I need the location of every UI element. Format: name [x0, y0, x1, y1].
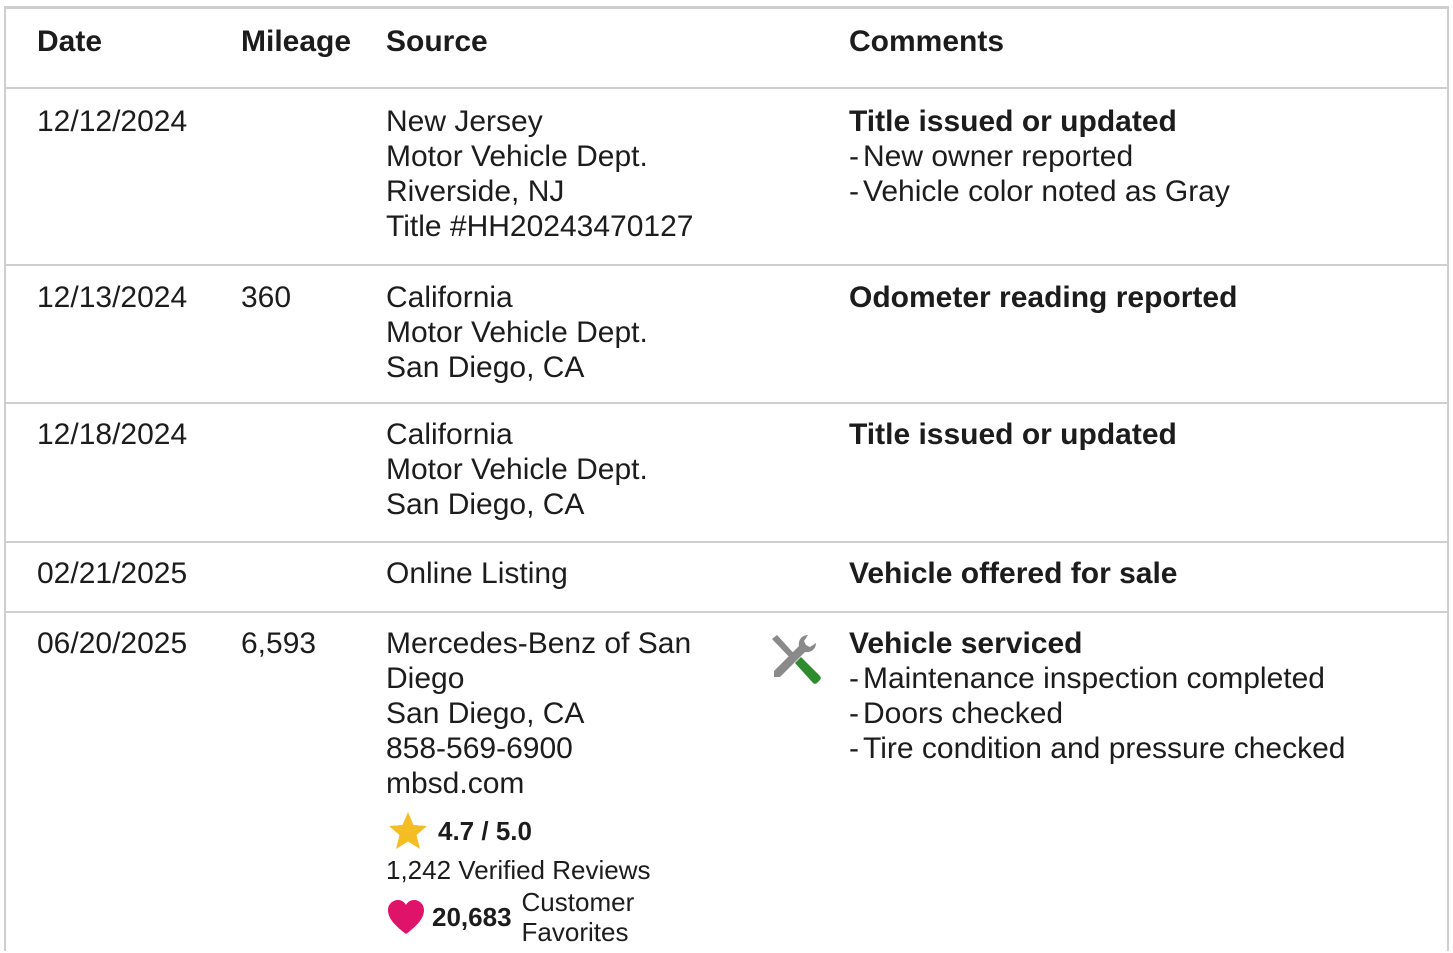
row-date: 12/18/2024 [37, 418, 188, 451]
comment-title: Title issued or updated [849, 105, 1177, 138]
header-source: Source [386, 25, 488, 58]
header-comments: Comments [849, 25, 1005, 58]
verified-reviews-link[interactable]: 1,242 Verified Reviews [386, 855, 716, 885]
row-mileage: 6,593 [241, 627, 317, 660]
row-comments: Odometer reading reported [849, 280, 1439, 315]
row-comments: Vehicle serviced - Maintenance inspection… [849, 626, 1439, 766]
row-date: 12/12/2024 [37, 105, 188, 138]
row-comments: Title issued or updated - New owner repor… [849, 104, 1439, 209]
header-date: Date [37, 25, 103, 58]
table-row: 06/20/2025 6,593 Mercedes-Benz of San Di… [4, 613, 1449, 953]
row-mileage: 360 [241, 281, 292, 314]
table-row: 02/21/2025 Online Listing Vehicle offere… [4, 543, 1449, 613]
source-line: Motor Vehicle Dept. [386, 316, 648, 349]
source-line: New Jersey [386, 105, 543, 138]
source-line: Riverside, NJ [386, 175, 565, 208]
service-icon [768, 631, 824, 695]
dealer-phone[interactable]: 858-569-6900 [386, 731, 716, 766]
comment-title: Vehicle offered for sale [849, 557, 1178, 590]
favorites-count: 20,683 [432, 901, 512, 932]
row-source: California Motor Vehicle Dept. San Diego… [386, 280, 766, 385]
comment-item: - Tire condition and pressure checked [849, 732, 1346, 765]
comment-title: Title issued or updated [849, 418, 1177, 451]
source-line: Motor Vehicle Dept. [386, 140, 648, 173]
comment-title: Odometer reading reported [849, 281, 1238, 314]
row-date: 02/21/2025 [37, 557, 188, 590]
header-mileage: Mileage [241, 25, 352, 58]
table-row: 12/13/2024 360 California Motor Vehicle … [4, 266, 1449, 404]
heart-icon [388, 900, 424, 934]
row-date: 06/20/2025 [37, 627, 188, 660]
source-line: California [386, 418, 513, 451]
table-row: 12/18/2024 California Motor Vehicle Dept… [4, 404, 1449, 543]
row-comments: Title issued or updated [849, 417, 1439, 452]
row-source: New Jersey Motor Vehicle Dept. Riverside… [386, 104, 766, 244]
row-source: California Motor Vehicle Dept. San Diego… [386, 417, 766, 522]
favorites-label: Customer Favorites [521, 887, 635, 947]
source-line: Online Listing [386, 557, 568, 590]
source-line: San Diego, CA [386, 697, 585, 730]
source-line: San Diego, CA [386, 488, 585, 521]
comment-item: - Maintenance inspection completed [849, 662, 1325, 695]
source-line: Title #HH20243470127 [386, 210, 694, 243]
customer-favorites: 20,683 Customer Favorites [386, 887, 716, 947]
comment-item: - New owner reported [849, 140, 1134, 173]
source-line: San Diego, CA [386, 351, 585, 384]
comment-item: - Vehicle color noted as Gray [849, 175, 1230, 208]
dealer-website-link[interactable]: mbsd.com [386, 766, 716, 801]
table-header: Date Mileage Source Comments [4, 9, 1449, 89]
dealer-rating: 4.7 / 5.0 [386, 809, 716, 853]
wrench-screwdriver-icon [772, 635, 821, 684]
source-line: California [386, 281, 513, 314]
table-row: 12/12/2024 New Jersey Motor Vehicle Dept… [4, 89, 1449, 266]
star-icon [389, 812, 427, 849]
row-date: 12/13/2024 [37, 281, 188, 314]
rating-value: 4.7 / 5.0 [438, 815, 532, 846]
row-source: Online Listing [386, 556, 766, 591]
source-line: Motor Vehicle Dept. [386, 453, 648, 486]
comment-title: Vehicle serviced [849, 627, 1083, 660]
dealer-name[interactable]: Mercedes-Benz of San Diego [386, 626, 716, 696]
row-comments: Vehicle offered for sale [849, 556, 1439, 591]
row-source: Mercedes-Benz of San Diego San Diego, CA… [386, 626, 716, 947]
comment-item: - Doors checked [849, 697, 1064, 730]
